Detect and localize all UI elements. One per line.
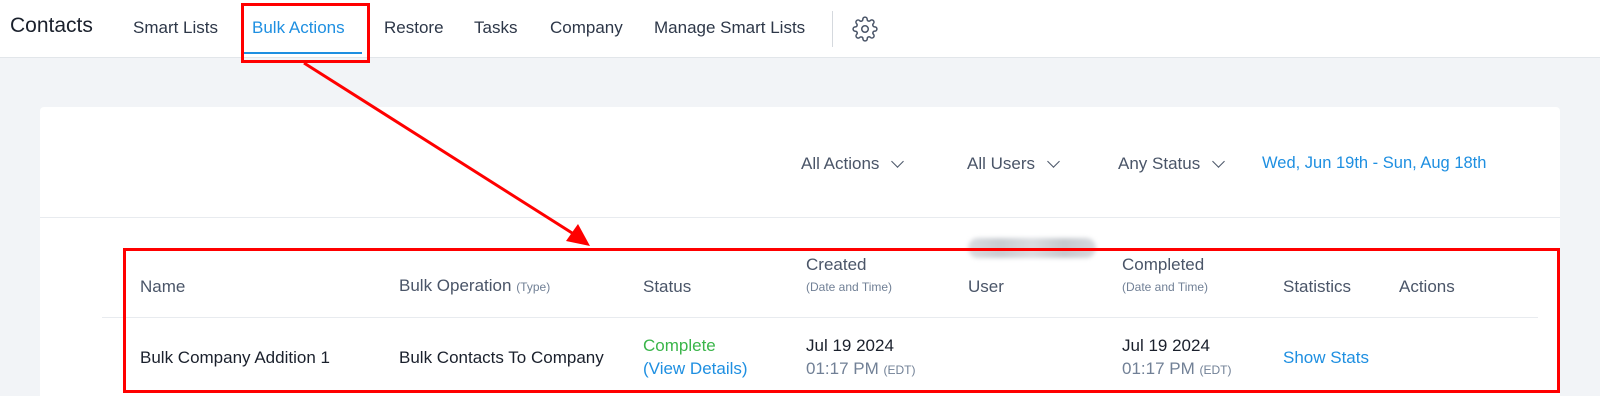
gear-icon[interactable]: [852, 16, 878, 42]
chevron-down-icon: [1212, 155, 1226, 168]
column-header-actions: Actions: [1399, 277, 1455, 296]
date-range-picker[interactable]: Wed, Jun 19th - Sun, Aug 18th: [1262, 154, 1486, 173]
view-details-link[interactable]: (View Details): [643, 359, 748, 379]
row-created-time: 01:17 PM (EDT): [806, 359, 916, 379]
column-header-operation-label: Bulk Operation: [399, 276, 512, 295]
column-header-status: Status: [643, 277, 692, 296]
users-filter-label: All Users: [967, 154, 1036, 173]
users-filter-dropdown[interactable]: All Users: [967, 154, 1060, 174]
column-header-name: Name: [140, 277, 186, 296]
actions-filter-label: All Actions: [801, 154, 880, 173]
row-completed-time-value: 01:17 PM: [1122, 359, 1195, 378]
top-nav-bar: Contacts Smart Lists Bulk Actions Restor…: [0, 0, 1600, 58]
nav-divider: [832, 11, 833, 47]
row-created-date: Jul 19 2024: [806, 336, 894, 355]
header-row-divider: [102, 317, 1538, 318]
status-badge: Complete: [643, 336, 716, 355]
tab-company[interactable]: Company: [550, 18, 623, 38]
row-user-redacted: [968, 238, 1096, 258]
column-header-completed-sub: (Date and Time): [1122, 280, 1209, 294]
column-header-created: Created: [806, 255, 867, 274]
row-completed-date: Jul 19 2024: [1122, 336, 1210, 355]
actions-filter-dropdown[interactable]: All Actions: [801, 154, 905, 174]
tab-manage-smart-lists[interactable]: Manage Smart Lists: [654, 18, 805, 38]
row-completed-tz: (EDT): [1199, 363, 1232, 377]
tab-smart-lists[interactable]: Smart Lists: [133, 18, 218, 38]
row-created-tz: (EDT): [883, 363, 916, 377]
active-tab-indicator: [244, 52, 362, 54]
column-header-created-sub: (Date and Time): [806, 280, 893, 294]
tab-tasks[interactable]: Tasks: [474, 18, 517, 38]
row-created-time-value: 01:17 PM: [806, 359, 879, 378]
column-header-operation-sub: (Type): [516, 280, 551, 294]
tab-bulk-actions[interactable]: Bulk Actions: [252, 18, 345, 38]
status-filter-label: Any Status: [1118, 154, 1201, 173]
column-header-operation: Bulk Operation (Type): [399, 276, 550, 296]
chevron-down-icon: [891, 155, 905, 168]
column-header-user: User: [968, 277, 1004, 296]
show-stats-link[interactable]: Show Stats: [1283, 348, 1369, 368]
column-header-statistics: Statistics: [1283, 277, 1352, 296]
status-filter-dropdown[interactable]: Any Status: [1118, 154, 1226, 174]
row-completed-time: 01:17 PM (EDT): [1122, 359, 1232, 379]
page-title: Contacts: [10, 14, 93, 37]
filters-divider: [40, 217, 1560, 218]
row-operation: Bulk Contacts To Company: [399, 348, 604, 367]
column-header-completed: Completed: [1122, 255, 1205, 274]
tab-restore[interactable]: Restore: [384, 18, 444, 38]
row-name: Bulk Company Addition 1: [140, 348, 330, 367]
chevron-down-icon: [1047, 155, 1060, 168]
